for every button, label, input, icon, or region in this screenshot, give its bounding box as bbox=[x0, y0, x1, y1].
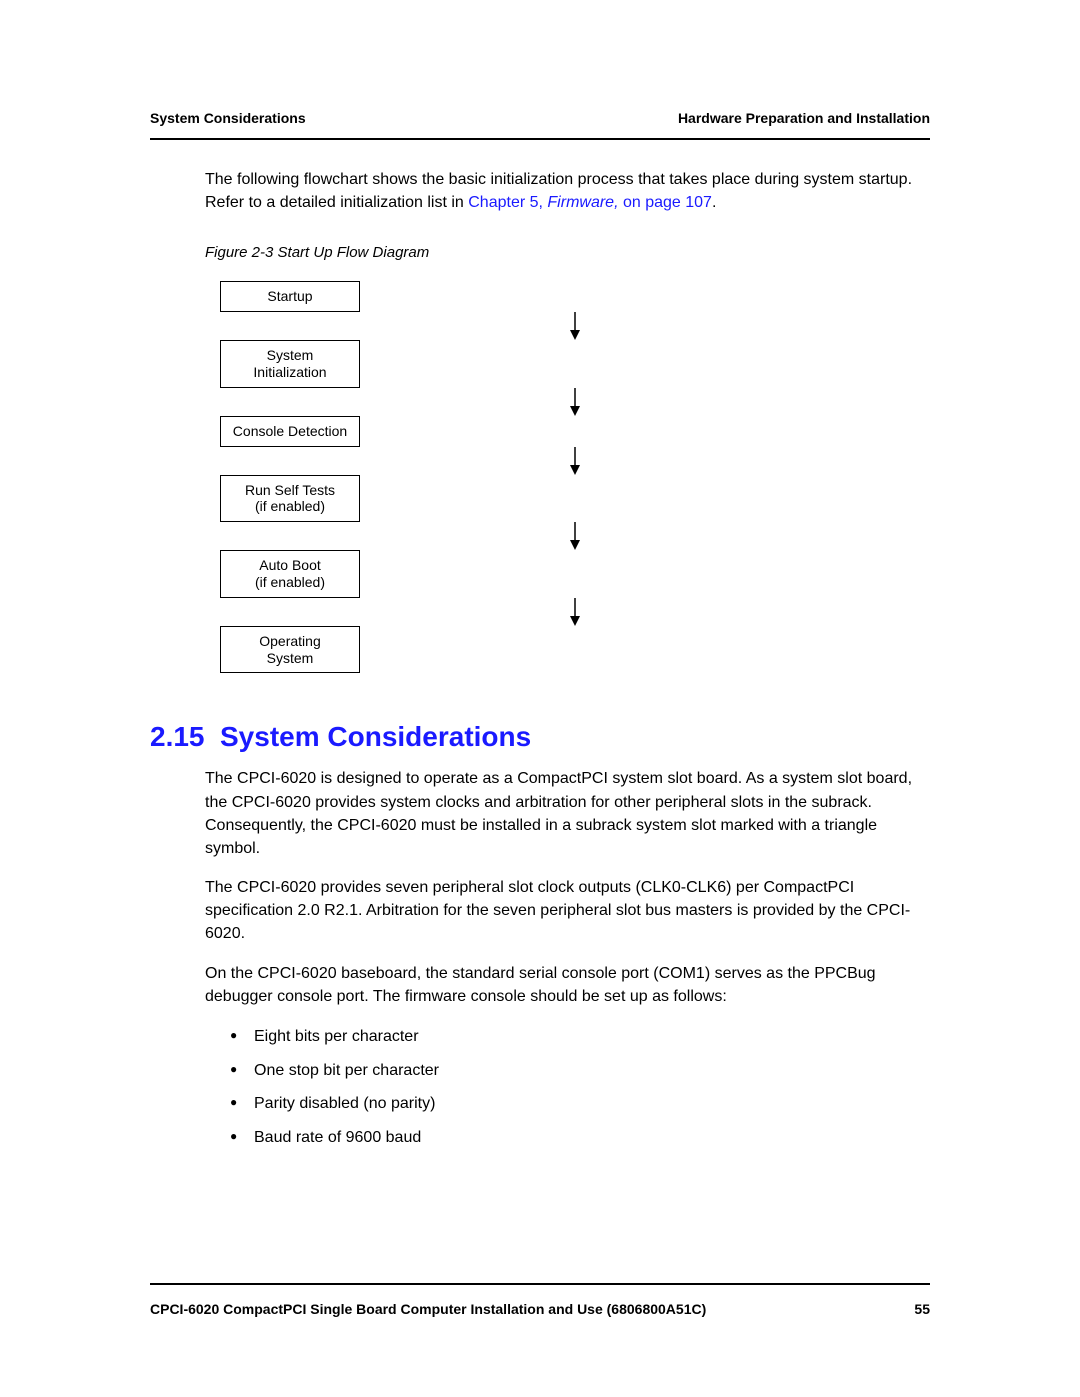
flow-arrow-icon bbox=[220, 522, 930, 550]
flow-arrow-icon bbox=[220, 447, 930, 475]
paragraph-1: The CPCI-6020 is designed to operate as … bbox=[205, 767, 930, 860]
page-ref-link[interactable]: on page 107 bbox=[619, 194, 712, 211]
intro-end: . bbox=[712, 194, 716, 211]
flow-box-self-tests: Run Self Tests(if enabled) bbox=[220, 475, 360, 523]
flow-arrow-icon bbox=[220, 312, 930, 340]
paragraph-2: The CPCI-6020 provides seven peripheral … bbox=[205, 876, 930, 946]
firmware-link[interactable]: Firmware, bbox=[547, 194, 618, 211]
paragraph-3: On the CPCI-6020 baseboard, the standard… bbox=[205, 962, 930, 1008]
flowchart: Startup SystemInitialization Console Det… bbox=[220, 281, 930, 673]
page-header: System Considerations Hardware Preparati… bbox=[150, 110, 930, 140]
list-item: Eight bits per character bbox=[230, 1024, 930, 1050]
flow-box-console-detection: Console Detection bbox=[220, 416, 360, 447]
intro-paragraph: The following flowchart shows the basic … bbox=[205, 168, 930, 214]
list-item: One stop bit per character bbox=[230, 1058, 930, 1084]
flow-box-auto-boot: Auto Boot(if enabled) bbox=[220, 550, 360, 598]
footer-left: CPCI-6020 CompactPCI Single Board Comput… bbox=[150, 1301, 706, 1317]
section-number: 2.15 bbox=[150, 721, 220, 753]
flow-box-startup: Startup bbox=[220, 281, 360, 312]
section-heading: 2.15System Considerations bbox=[150, 721, 930, 753]
header-left: System Considerations bbox=[150, 110, 306, 126]
flow-arrow-icon bbox=[220, 598, 930, 626]
page-footer: CPCI-6020 CompactPCI Single Board Comput… bbox=[150, 1283, 930, 1317]
list-item: Parity disabled (no parity) bbox=[230, 1091, 930, 1117]
header-right: Hardware Preparation and Installation bbox=[678, 110, 930, 126]
list-item: Baud rate of 9600 baud bbox=[230, 1125, 930, 1151]
flow-box-system-init: SystemInitialization bbox=[220, 340, 360, 388]
document-page: System Considerations Hardware Preparati… bbox=[0, 0, 1080, 1397]
footer-page-number: 55 bbox=[914, 1301, 930, 1317]
figure-caption: Figure 2-3 Start Up Flow Diagram bbox=[205, 244, 930, 261]
flow-arrow-icon bbox=[220, 388, 930, 416]
chapter-link[interactable]: Chapter 5, bbox=[468, 194, 547, 211]
section-title: System Considerations bbox=[220, 721, 531, 752]
firmware-settings-list: Eight bits per character One stop bit pe… bbox=[230, 1024, 930, 1150]
flow-box-os: OperatingSystem bbox=[220, 626, 360, 674]
